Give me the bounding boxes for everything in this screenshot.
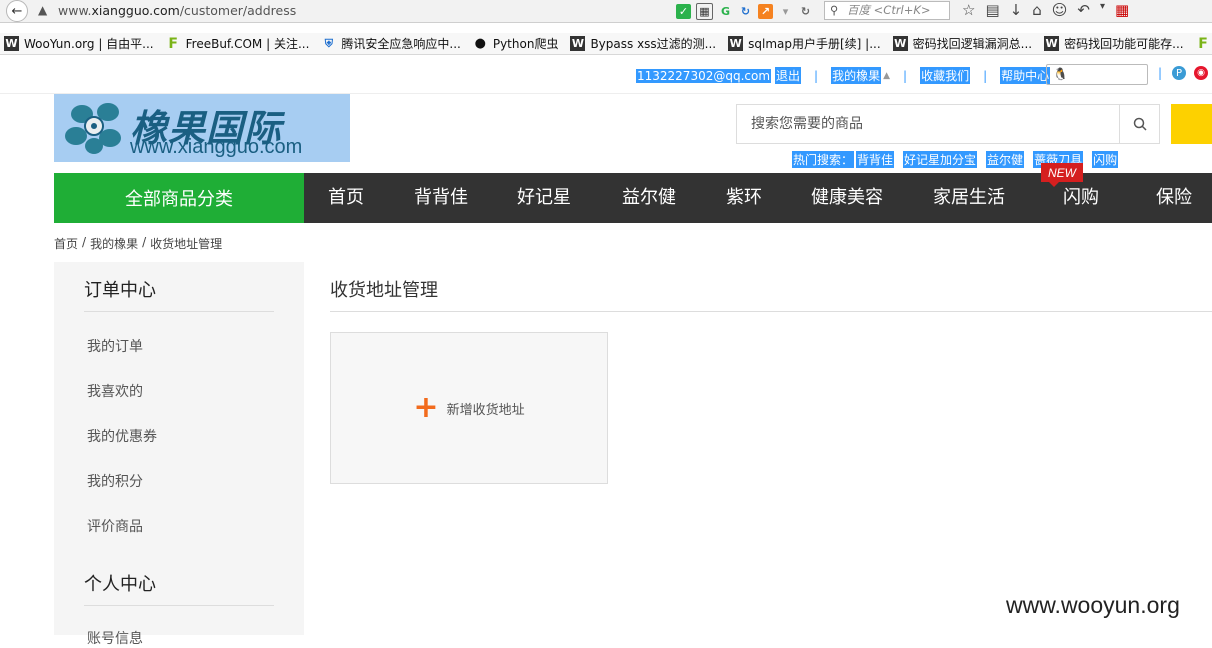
bookmark-item[interactable]: W WooYun.org | 自由平... (4, 35, 154, 52)
home-icon[interactable]: ⌂ (1032, 1, 1042, 19)
wooyun-icon: W (1044, 36, 1060, 51)
breadcrumb-my-xiangguo[interactable]: 我的橡果 (90, 235, 138, 252)
bookmark-item[interactable]: ⛨ 腾讯安全应急响应中... (321, 35, 461, 52)
logout-link[interactable]: 退出 (775, 67, 802, 84)
freebuf-icon: F (1198, 35, 1208, 52)
sidebar-item-my-orders[interactable]: 我的订单 (87, 336, 143, 356)
wooyun-icon: W (570, 36, 586, 51)
main-nav: 全部商品分类 首页 背背佳 好记星 益尔健 紫环 健康美容 家居生活 闪购 保险 (54, 173, 1212, 223)
browser-urlbar: ← ▲ www.xiangguo.com/customer/address ✓ … (0, 0, 1212, 23)
sidebar-section-order-center: 订单中心 (84, 280, 156, 301)
nav-item-zihuan[interactable]: 紫环 (726, 173, 762, 223)
hot-search-item[interactable]: 益尔健 (986, 151, 1025, 168)
bookmarks-bar: W WooYun.org | 自由平... F FreeBuf.COM | 关注..… (0, 33, 1212, 55)
reload-icon[interactable]: ↻ (798, 4, 813, 19)
download-icon[interactable]: ↓ (1010, 1, 1023, 19)
account-sidebar: 订单中心 我的订单 我喜欢的 我的优惠券 我的积分 评价商品 个人中心 账号信息 (54, 262, 304, 647)
divider (330, 311, 1212, 312)
all-categories-button[interactable]: 全部商品分类 (54, 173, 304, 223)
wooyun-icon: W (4, 36, 19, 51)
divider (84, 311, 274, 312)
undo-icon[interactable]: ↶ (1077, 1, 1090, 19)
bookmark-item[interactable]: F FreeBuf.COM | 关注... (166, 35, 309, 52)
help-center-link[interactable]: 帮助中心 (1000, 67, 1051, 84)
warning-icon[interactable]: ▲ (38, 3, 47, 17)
nav-item-home-living[interactable]: 家居生活 (933, 173, 1005, 223)
menu-dropdown-icon[interactable]: ▾ (1100, 1, 1105, 19)
sidebar-section-personal-center: 个人中心 (84, 574, 156, 595)
hot-search-item[interactable]: 背背佳 (856, 151, 895, 168)
refresh-extension-icon[interactable]: ↻ (738, 4, 753, 19)
qrcode-icon[interactable]: ▦ (696, 2, 713, 20)
star-icon[interactable]: ☆ (962, 1, 975, 19)
breadcrumb: 首页 / 我的橡果 / 收货地址管理 (54, 235, 223, 252)
add-address-label: 新增收货地址 (446, 402, 525, 418)
hot-search-item[interactable]: 好记星加分宝 (903, 151, 978, 168)
user-links: 1132227302@qq.com 退出 | 我的橡果 ▲ | 收藏我们 | 帮… (636, 67, 1051, 84)
cart-button[interactable] (1171, 104, 1212, 144)
search-button[interactable] (1119, 105, 1160, 143)
qq-login-button[interactable]: 🐧 (1046, 64, 1148, 85)
addon-icon[interactable]: ▦ (1115, 1, 1129, 19)
sidebar-item-account-info[interactable]: 账号信息 (87, 628, 143, 648)
bookmark-item[interactable]: ● Python爬虫 (473, 35, 559, 52)
caret-up-icon: ▲ (883, 70, 891, 81)
back-button[interactable]: ← (6, 0, 28, 22)
nav-item-health-beauty[interactable]: 健康美容 (811, 173, 883, 223)
shield-check-icon[interactable]: ✓ (676, 3, 691, 19)
bookmark-item[interactable]: Wsqlmap用户手册[续] |... (728, 35, 881, 52)
sidebar-item-points[interactable]: 我的积分 (87, 471, 143, 491)
breadcrumb-current: 收货地址管理 (150, 237, 223, 251)
site-logo[interactable]: 橡果国际 www.xiangguo.com (54, 94, 350, 162)
toolbar-icons: ☆ ▤ ↓ ⌂ ☺ ↶ ▾ ▦ (962, 1, 1129, 19)
browser-search-input[interactable]: ⚲ 百度 <Ctrl+K> (824, 1, 950, 20)
p-app-icon[interactable]: P (1172, 66, 1186, 80)
nav-item-beibeijia[interactable]: 背背佳 (414, 173, 468, 223)
logo-english-text: www.xiangguo.com (130, 136, 303, 158)
breadcrumb-home[interactable]: 首页 (54, 235, 78, 252)
github-icon: ● (474, 36, 487, 51)
search-icon (1133, 117, 1147, 131)
bookmark-item[interactable]: W 密码找回逻辑漏洞总... (892, 35, 1032, 52)
nav-item-home[interactable]: 首页 (328, 173, 364, 223)
logo-flower-icon (65, 103, 121, 154)
clipboard-icon[interactable]: ▤ (985, 1, 999, 19)
weibo-icon[interactable]: ◉ (1194, 66, 1208, 80)
extension-icons: ✓ ▦ G ↻ ↗ ▾ ↻ (676, 2, 813, 20)
g-extension-icon[interactable]: G (718, 4, 733, 19)
wooyun-icon: W (728, 36, 744, 51)
sidebar-item-reviews[interactable]: 评价商品 (87, 516, 143, 536)
site-topbar: 1132227302@qq.com 退出 | 我的橡果 ▲ | 收藏我们 | 帮… (0, 57, 1212, 94)
bookmark-item[interactable]: F (1196, 35, 1211, 52)
sidebar-item-coupons[interactable]: 我的优惠券 (87, 426, 157, 446)
bookmark-item[interactable]: W 密码找回功能可能存... (1044, 35, 1184, 52)
chart-extension-icon[interactable]: ↗ (758, 3, 773, 19)
shield-icon: ⛨ (324, 36, 334, 50)
watermark: www.wooyun.org (1006, 592, 1180, 618)
bookmark-item[interactable]: W Bypass xss过滤的测... (570, 35, 716, 52)
chat-icon[interactable]: ☺ (1052, 1, 1068, 19)
search-input[interactable] (737, 105, 1119, 143)
page-title: 收货地址管理 (330, 280, 438, 301)
sidebar-item-favorites[interactable]: 我喜欢的 (87, 381, 143, 401)
add-address-card[interactable]: + 新增收货地址 (330, 332, 608, 484)
divider (84, 605, 274, 606)
dropdown-icon[interactable]: ▾ (778, 4, 793, 19)
new-badge: NEW (1041, 163, 1083, 187)
nav-item-yierjian[interactable]: 益尔健 (622, 173, 676, 223)
hot-search-label: 热门搜索： (792, 151, 855, 168)
wooyun-icon: W (892, 36, 908, 51)
my-xiangguo-link[interactable]: 我的橡果 (831, 67, 882, 84)
qq-penguin-icon: 🐧 (1053, 67, 1068, 81)
nav-item-insurance[interactable]: 保险 (1156, 173, 1192, 223)
search-icon: ⚲ (830, 3, 839, 17)
freebuf-icon: F (168, 35, 178, 52)
plus-icon: + (413, 390, 439, 425)
user-email: 1132227302@qq.com (636, 68, 772, 83)
address-bar[interactable]: www.xiangguo.com/customer/address (58, 3, 296, 18)
nav-item-haojixing[interactable]: 好记星 (517, 173, 571, 223)
favorite-link[interactable]: 收藏我们 (920, 67, 971, 84)
product-search (736, 104, 1160, 144)
hot-search-item[interactable]: 闪购 (1092, 151, 1119, 168)
